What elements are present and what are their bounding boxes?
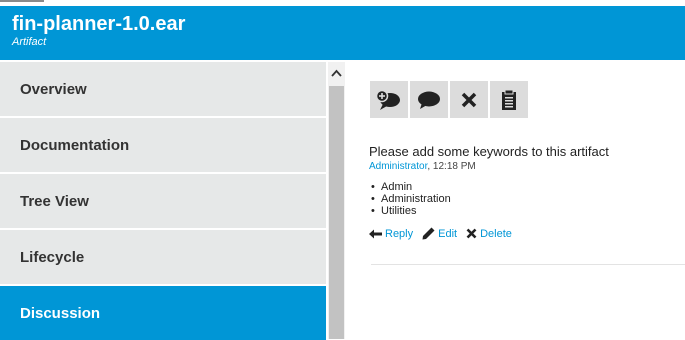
comment-entry: Please add some keywords to this artifac… — [369, 144, 685, 240]
comment-icon — [418, 91, 440, 109]
edit-link[interactable]: Edit — [422, 227, 457, 240]
discussion-toolbar — [370, 81, 528, 118]
delete-link[interactable]: Delete — [466, 228, 512, 240]
sidebar-item-label: Lifecycle — [20, 248, 85, 266]
comment-author-link[interactable]: Administrator — [369, 161, 427, 172]
list-item: Admin — [369, 181, 685, 193]
sidebar-item-label: Tree View — [20, 192, 89, 210]
top-hairline — [0, 0, 44, 2]
sidebar-item-overview[interactable]: Overview — [0, 62, 326, 116]
comment-meta: Administrator, 12:18 PM — [369, 161, 685, 173]
edit-label: Edit — [438, 227, 458, 240]
clipboard-icon — [502, 89, 516, 110]
comment-actions: Reply Edit Delete — [369, 227, 685, 240]
reply-label: Reply — [385, 227, 414, 240]
close-icon — [461, 92, 477, 107]
pencil-icon — [422, 227, 435, 240]
list-item: Utilities — [369, 205, 685, 217]
sidebar-item-label: Discussion — [20, 304, 101, 322]
keyword-list: Admin Administration Utilities — [369, 181, 685, 217]
artifact-type: Artifact — [12, 36, 47, 48]
sidebar-item-documentation[interactable]: Documentation — [0, 118, 326, 172]
reply-arrow-icon — [369, 229, 382, 238]
delete-label: Delete — [480, 227, 512, 240]
reply-link[interactable]: Reply — [369, 228, 413, 240]
artifact-title: fin-planner-1.0.ear — [12, 13, 186, 35]
close-icon — [466, 228, 477, 239]
sidebar-item-tree-view[interactable]: Tree View — [0, 174, 326, 228]
scroll-up-button[interactable] — [328, 62, 345, 84]
comment-message: Please add some keywords to this artifac… — [369, 144, 609, 159]
comment-separator — [371, 264, 685, 265]
sidebar-item-label: Overview — [20, 80, 87, 98]
scroll-thumb[interactable] — [329, 86, 344, 339]
sidebar-scrollbar[interactable] — [328, 62, 345, 339]
sidebar-nav: Overview Documentation Tree View Lifecyc… — [0, 62, 326, 340]
add-comment-icon — [376, 89, 400, 110]
sidebar-item-discussion[interactable]: Discussion — [0, 286, 326, 340]
comment-time: , 12:18 PM — [427, 161, 476, 172]
artifact-header: fin-planner-1.0.ear Artifact — [0, 6, 685, 60]
list-item: Administration — [369, 193, 685, 205]
sidebar-item-lifecycle[interactable]: Lifecycle — [0, 230, 326, 284]
delete-comment-button[interactable] — [450, 81, 488, 118]
comment-button[interactable] — [410, 81, 448, 118]
clipboard-button[interactable] — [490, 81, 528, 118]
sidebar-item-label: Documentation — [20, 136, 130, 154]
add-comment-button[interactable] — [370, 81, 408, 118]
chevron-up-icon — [331, 69, 342, 77]
